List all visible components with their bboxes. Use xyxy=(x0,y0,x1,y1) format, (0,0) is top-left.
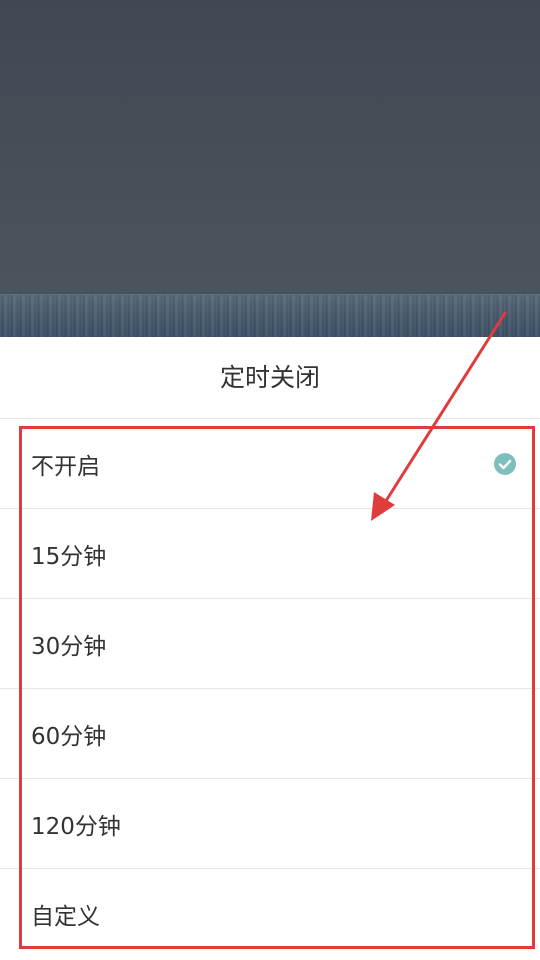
option-off[interactable]: 不开启 xyxy=(0,419,540,509)
timer-options-list: 不开启 15分钟 30分钟 60分钟 120分钟 自定义 xyxy=(0,419,540,959)
option-60-min[interactable]: 60分钟 xyxy=(0,689,540,779)
check-circle-icon xyxy=(494,452,516,475)
sea-image xyxy=(0,295,540,337)
option-label: 60分钟 xyxy=(31,723,107,750)
option-label: 15分钟 xyxy=(31,543,107,570)
sleep-timer-sheet: 定时关闭 不开启 15分钟 30分钟 60分钟 120分钟 自定义 xyxy=(0,337,540,960)
option-label: 30分钟 xyxy=(31,633,107,660)
screen: 定时关闭 不开启 15分钟 30分钟 60分钟 120分钟 自定义 xyxy=(0,0,540,960)
option-30-min[interactable]: 30分钟 xyxy=(0,599,540,689)
option-120-min[interactable]: 120分钟 xyxy=(0,779,540,869)
option-label: 自定义 xyxy=(31,904,100,930)
option-15-min[interactable]: 15分钟 xyxy=(0,509,540,599)
sheet-title: 定时关闭 xyxy=(0,337,540,419)
option-label: 120分钟 xyxy=(31,813,121,840)
option-label: 不开启 xyxy=(31,453,100,480)
dimmed-background[interactable] xyxy=(0,0,540,337)
option-custom[interactable]: 自定义 xyxy=(0,869,540,959)
